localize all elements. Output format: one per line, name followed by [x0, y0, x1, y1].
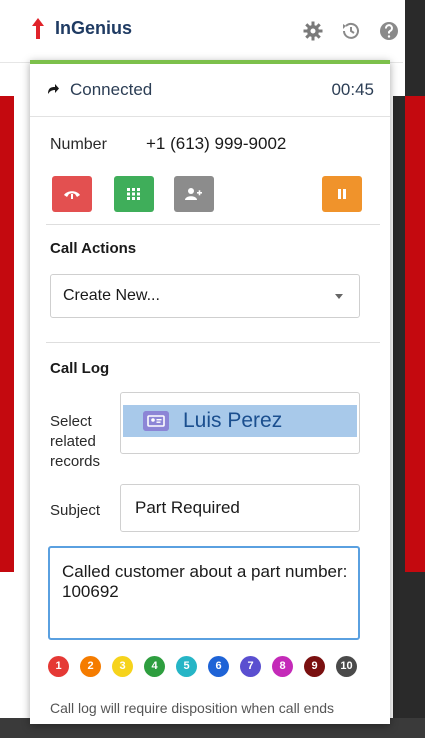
call-panel: Connected 00:45 Number +1 (613) 999-9002	[30, 60, 390, 724]
background-red-right	[405, 96, 425, 572]
disposition-1[interactable]: 1	[48, 656, 69, 677]
keypad-icon	[127, 188, 140, 200]
disposition-2[interactable]: 2	[80, 656, 101, 677]
hangup-button[interactable]	[52, 176, 92, 212]
disposition-9[interactable]: 9	[304, 656, 325, 677]
related-records-label: Select related records	[50, 413, 101, 470]
app-header: InGenius	[0, 0, 403, 63]
call-log-title: Call Log	[50, 360, 110, 377]
disposition-5[interactable]: 5	[176, 656, 197, 677]
phone-number: +1 (613) 999-9002	[146, 134, 287, 153]
app-title: InGenius	[55, 18, 133, 38]
related-record-name: Luis Perez	[183, 409, 283, 432]
call-actions-title: Call Actions	[50, 240, 137, 257]
help-icon[interactable]	[378, 20, 400, 42]
call-timer: 00:45	[331, 80, 374, 99]
disposition-colors: 1 2 3 4 5 6 7 8 9 10	[48, 656, 368, 678]
call-notes-text: Called customer about a part number: 100…	[62, 562, 353, 601]
history-icon[interactable]	[340, 20, 362, 42]
disposition-3[interactable]: 3	[112, 656, 133, 677]
hangup-icon	[64, 191, 80, 199]
transfer-button[interactable]	[174, 176, 214, 212]
gear-icon[interactable]	[302, 20, 324, 42]
disposition-10[interactable]: 10	[336, 656, 357, 677]
disposition-note: Call log will require disposition when c…	[50, 700, 335, 716]
connection-status: Connected	[70, 80, 153, 99]
ingenius-logo-icon	[32, 18, 44, 39]
subject-value: Part Required	[135, 498, 240, 517]
disposition-7[interactable]: 7	[240, 656, 261, 677]
call-actions-select[interactable]: Create New...	[50, 274, 360, 318]
contact-card-icon	[143, 411, 169, 431]
divider	[46, 224, 380, 225]
chevron-down-icon	[335, 294, 343, 299]
call-forward-icon	[48, 84, 59, 94]
hold-button[interactable]	[322, 176, 362, 212]
pause-icon	[338, 189, 346, 199]
call-actions-selected: Create New...	[63, 287, 160, 304]
divider	[46, 342, 380, 343]
call-status-bar: Connected 00:45	[30, 64, 390, 117]
subject-label: Subject	[50, 502, 101, 519]
related-records-lookup[interactable]: Luis Perez	[120, 392, 360, 454]
related-record-pill[interactable]: Luis Perez	[123, 405, 357, 437]
number-label: Number	[50, 136, 107, 153]
disposition-6[interactable]: 6	[208, 656, 229, 677]
background-red-left	[0, 96, 14, 572]
keypad-button[interactable]	[114, 176, 154, 212]
disposition-8[interactable]: 8	[272, 656, 293, 677]
call-notes-textarea[interactable]: Called customer about a part number: 100…	[48, 546, 360, 640]
subject-input[interactable]: Part Required	[120, 484, 360, 532]
add-contact-icon	[185, 188, 202, 200]
disposition-4[interactable]: 4	[144, 656, 165, 677]
